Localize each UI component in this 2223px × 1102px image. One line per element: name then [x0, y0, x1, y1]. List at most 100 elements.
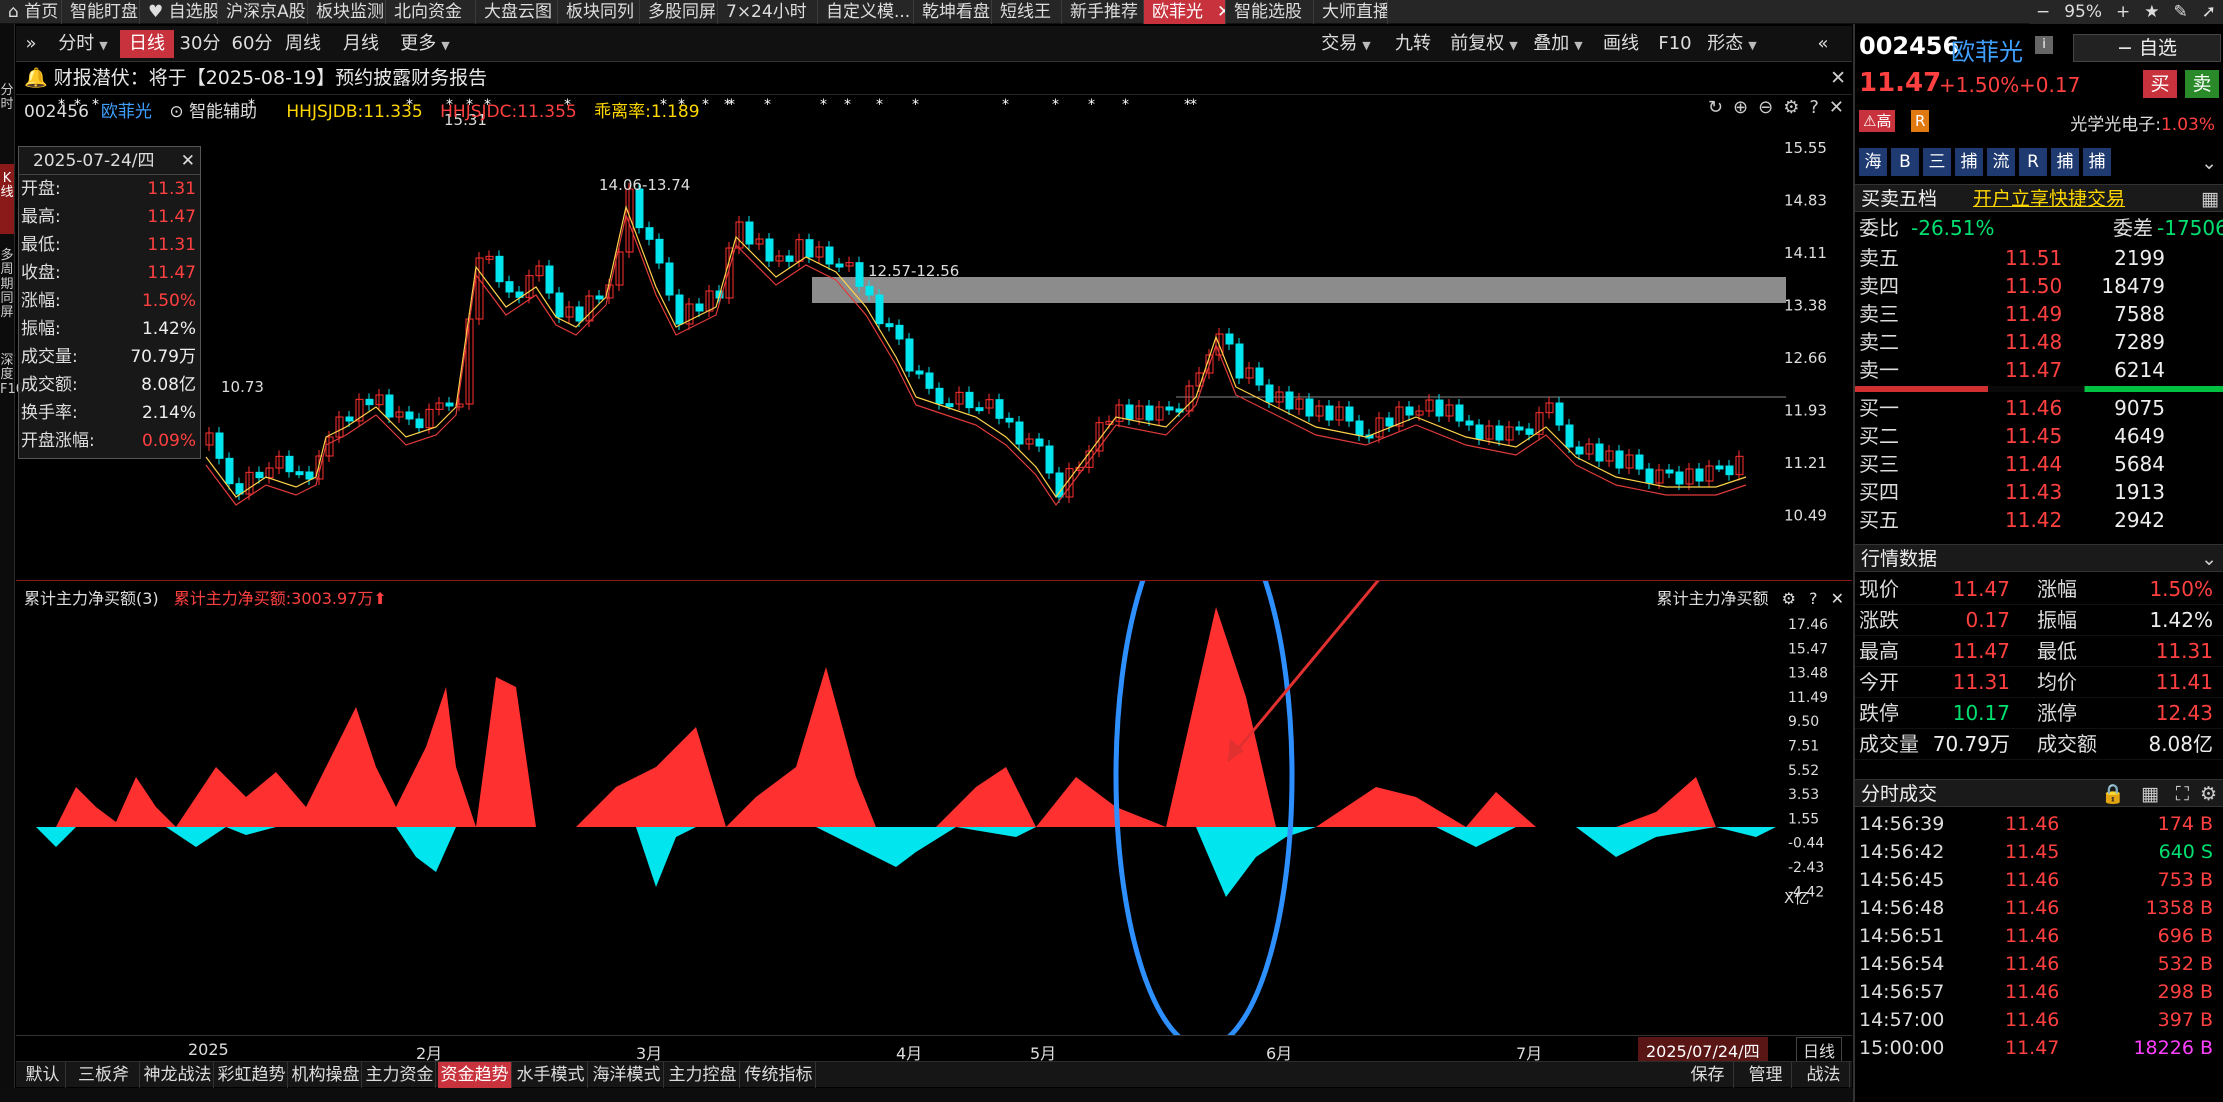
- feature-icon[interactable]: 捕: [2051, 148, 2079, 176]
- nav-tab[interactable]: 智能盯盘: [62, 0, 140, 24]
- indicator-tab[interactable]: 资金趋势: [438, 1062, 512, 1088]
- nav-tab[interactable]: 7×24小时: [718, 0, 818, 24]
- candle: [1345, 406, 1354, 422]
- notice-text[interactable]: 财报潜伏：将于【2025-08-19】预约披露财务报告: [54, 67, 487, 89]
- toolbar-right-1[interactable]: 九转: [1388, 30, 1438, 58]
- left-tab-kline[interactable]: K线: [0, 164, 14, 234]
- close-icon[interactable]: ✕: [1830, 64, 1846, 92]
- tick-volume: 397 B: [2157, 1009, 2213, 1031]
- zoom-in-icon[interactable]: ⊕: [1733, 97, 1748, 118]
- nav-tab[interactable]: 智能选股: [1226, 0, 1314, 24]
- expand-icon[interactable]: »: [20, 30, 42, 58]
- sub-indicator-name[interactable]: 累计主力净买额(3): [24, 589, 159, 608]
- period-5[interactable]: 月线: [336, 30, 386, 58]
- help-icon[interactable]: ?: [1809, 97, 1819, 118]
- nav-tab[interactable]: 大盘云图: [476, 0, 558, 24]
- chevron-down-icon[interactable]: ⌄: [2201, 545, 2217, 573]
- nav-tab[interactable]: 北向资金: [386, 0, 476, 24]
- nav-tab[interactable]: 自定义模...: [818, 0, 914, 24]
- left-tab-f10[interactable]: 深度F10: [0, 353, 24, 397]
- indicator-tab[interactable]: 神龙战法: [142, 1062, 214, 1088]
- nav-tab[interactable]: ♥ 自选股: [140, 0, 218, 24]
- toolbar-right-2[interactable]: 前复权 ▼: [1446, 30, 1522, 58]
- minus-icon[interactable]: −: [2029, 2, 2057, 22]
- indicator-tab[interactable]: 传统指标: [742, 1062, 816, 1088]
- nav-tab[interactable]: 沪深京A股: [218, 0, 308, 24]
- bottom-right-button[interactable]: 保存: [1682, 1062, 1734, 1088]
- close-icon[interactable]: ✕: [1217, 2, 1225, 22]
- feature-icon[interactable]: 流: [1987, 148, 2015, 176]
- period-3[interactable]: 60分: [228, 30, 276, 58]
- toolbar-right-5[interactable]: F10: [1652, 30, 1698, 58]
- toolbar-right-3[interactable]: 叠加 ▼: [1530, 30, 1586, 58]
- assist-label[interactable]: ⊙ 智能辅助: [169, 102, 269, 122]
- sector-info[interactable]: 光学光电子:1.03%: [2070, 110, 2215, 135]
- plus-icon[interactable]: +: [2109, 2, 2137, 22]
- period-4[interactable]: 周线: [278, 30, 328, 58]
- toolbar-right-0[interactable]: 交易 ▼: [1316, 30, 1376, 58]
- arrow-icon[interactable]: ➚: [2195, 2, 2223, 22]
- chevron-down-icon[interactable]: ⌄: [2201, 152, 2217, 174]
- period-2[interactable]: 30分: [176, 30, 224, 58]
- indicator-tab[interactable]: 主力资金: [364, 1062, 436, 1088]
- nav-tab[interactable]: 短线王: [992, 0, 1062, 24]
- toolbar-right-6[interactable]: 形态 ▼: [1704, 30, 1760, 58]
- star-icon[interactable]: ★: [2137, 2, 2166, 22]
- close-icon[interactable]: ✕: [181, 147, 195, 175]
- nav-tab[interactable]: 多股同屏: [640, 0, 718, 24]
- info-icon[interactable]: i: [2035, 36, 2053, 54]
- table-icon[interactable]: ▦: [2141, 780, 2159, 808]
- period-label[interactable]: 日线: [1796, 1037, 1843, 1063]
- nav-tab[interactable]: 板块监测: [308, 0, 386, 24]
- indicator-tab[interactable]: 主力控盘: [666, 1062, 740, 1088]
- add-favorite-button[interactable]: − 自选: [2073, 34, 2221, 62]
- bottom-right-button[interactable]: 战法: [1798, 1062, 1850, 1088]
- sell-button[interactable]: 卖: [2185, 70, 2219, 98]
- nav-tab[interactable]: 板块同列: [558, 0, 640, 24]
- nav-tab[interactable]: 欧菲光 ✕: [1144, 0, 1226, 24]
- edit-icon[interactable]: ✎: [2167, 2, 2195, 22]
- quote-value: 12.43: [2155, 701, 2213, 725]
- indicator-tab[interactable]: 水手模式: [514, 1062, 588, 1088]
- feature-icon[interactable]: 捕: [1955, 148, 1983, 176]
- table-icon[interactable]: ▦: [2201, 185, 2219, 213]
- weicha-label: 委差: [2113, 216, 2153, 240]
- feature-icon[interactable]: 三: [1923, 148, 1951, 176]
- close-icon[interactable]: ✕: [1831, 589, 1844, 608]
- settings-icon[interactable]: ⚙: [2200, 780, 2217, 808]
- toolbar-right-4[interactable]: 画线: [1596, 30, 1646, 58]
- feature-icon[interactable]: R: [2019, 148, 2047, 176]
- indicator-tab[interactable]: 海洋模式: [590, 1062, 664, 1088]
- feature-icon[interactable]: 海: [1859, 148, 1887, 176]
- feature-icon[interactable]: B: [1891, 148, 1919, 176]
- settings-icon[interactable]: ⚙: [1782, 589, 1796, 608]
- bottom-right-button[interactable]: 管理: [1740, 1062, 1792, 1088]
- nav-tab[interactable]: ⌂ 首页: [0, 0, 62, 24]
- nav-tab[interactable]: 新手推荐: [1062, 0, 1144, 24]
- help-icon[interactable]: ?: [1809, 589, 1818, 608]
- period-0[interactable]: 分时 ▼: [54, 30, 112, 58]
- kline-chart[interactable]: 15.55 14.83 14.11 13.38 12.66 11.93 11.21 10.49…: [16, 94, 1852, 580]
- period-1[interactable]: 日线: [120, 30, 174, 58]
- indicator-tab[interactable]: 默认: [20, 1062, 66, 1088]
- indicator-tab[interactable]: 彩虹趋势: [216, 1062, 288, 1088]
- indicator-tab[interactable]: 机构操盘: [290, 1062, 362, 1088]
- collapse-icon[interactable]: «: [1808, 30, 1838, 58]
- feature-icon[interactable]: 捕: [2083, 148, 2111, 176]
- indicator-tab[interactable]: 三板斧: [68, 1062, 140, 1088]
- zoom-out-icon[interactable]: ⊖: [1758, 97, 1773, 118]
- buy-button[interactable]: 买: [2143, 70, 2177, 98]
- period-6[interactable]: 更多 ▼: [394, 30, 456, 58]
- quote-data-table: 现价 11.47 涨幅 1.50% 涨跌 0.17 振幅 1.42% 最高 11.47 最低 11.3…: [1855, 574, 2223, 760]
- close-icon[interactable]: ✕: [1829, 97, 1844, 118]
- fund-flow-chart[interactable]: 17.46 15.47 13.48 11.49 9.50 7.51 5.52 3.53 1.55…: [16, 580, 1852, 1036]
- left-tab-fenshi[interactable]: 分时: [0, 83, 14, 113]
- open-account-link[interactable]: 开户立享快捷交易: [1973, 185, 2125, 213]
- lock-icon[interactable]: 🔒: [2101, 780, 2125, 808]
- nav-tab[interactable]: 大师直播: [1314, 0, 1388, 24]
- refresh-icon[interactable]: ↻: [1708, 97, 1723, 118]
- nav-tab[interactable]: 乾坤看盘: [914, 0, 992, 24]
- settings-icon[interactable]: ⚙: [1783, 97, 1799, 118]
- expand-icon[interactable]: ⛶: [2176, 780, 2189, 808]
- left-tab-multi[interactable]: 多周期同屏: [0, 248, 14, 320]
